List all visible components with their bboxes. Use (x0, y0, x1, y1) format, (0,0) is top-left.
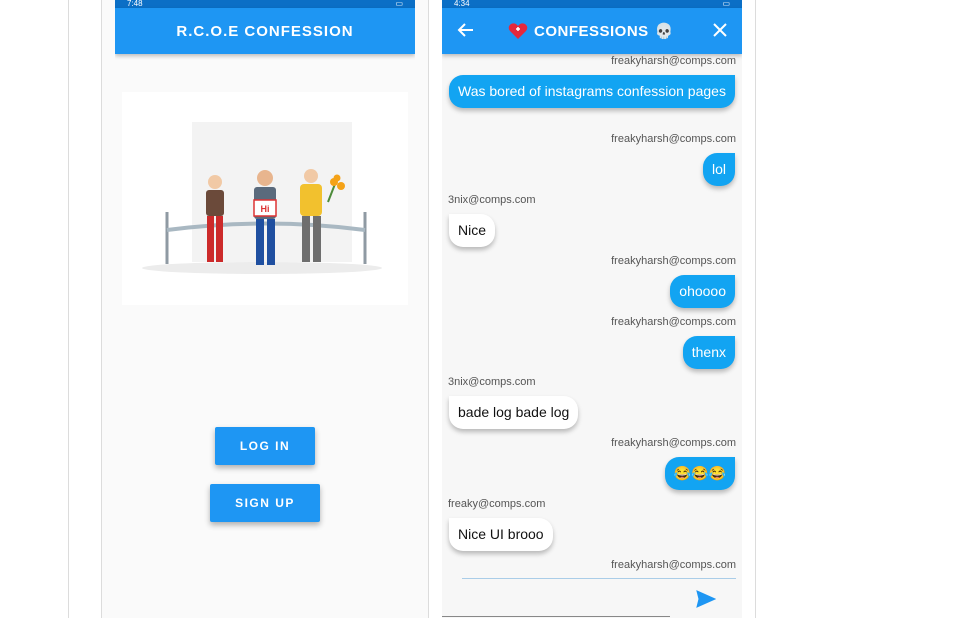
sign-text: Hi (261, 204, 270, 214)
close-icon[interactable] (712, 22, 728, 38)
message-sender: 3nix@comps.com (448, 194, 536, 206)
status-time: 4:34 (454, 0, 470, 8)
status-time: 7:48 (127, 0, 143, 8)
app-bar: CONFESSIONS 💀 (442, 8, 742, 54)
battery-icon: ▭ (722, 0, 730, 8)
send-icon[interactable] (696, 590, 716, 608)
message-composer (442, 578, 742, 618)
message-bubble: Nice (449, 214, 496, 247)
chat-screen: 4:34 ▭ CONFESSIONS 💀 freakyharsh@comps.c… (442, 0, 742, 618)
message-sender: freakyharsh@comps.com (611, 437, 736, 449)
chat-title-text: CONFESSIONS (534, 22, 649, 40)
message-sender: 3nix@comps.com (448, 376, 536, 388)
message-sender: freakyharsh@comps.com (611, 559, 736, 571)
login-screen: 7:48 ▭ R.C.O.E CONFESSION Hi LOG IN SIGN… (115, 0, 415, 618)
back-arrow-icon[interactable] (456, 20, 476, 40)
app-title: R.C.O.E CONFESSION (176, 22, 354, 40)
page: 7:48 ▭ R.C.O.E CONFESSION Hi LOG IN SIGN… (0, 0, 953, 618)
heart-icon (508, 23, 528, 39)
app-bar: R.C.O.E CONFESSION (115, 8, 415, 54)
message-bubble: thenx (682, 336, 735, 369)
status-bar: 7:48 ▭ (115, 0, 415, 8)
signup-button[interactable]: SIGN UP (210, 484, 320, 522)
message-list: freakyharsh@comps.com Was bored of insta… (442, 54, 742, 578)
divider (755, 0, 756, 618)
message-bubble: lol (702, 153, 735, 186)
message-sender: freaky@comps.com (448, 498, 546, 510)
divider (101, 0, 102, 618)
message-bubble: Nice UI brooo (449, 518, 553, 551)
chat-title: CONFESSIONS 💀 (508, 22, 674, 40)
message-bubble: Was bored of instagrams confession pages (449, 75, 735, 108)
message-sender: freakyharsh@comps.com (611, 316, 736, 328)
skull-icon: 💀 (654, 23, 674, 40)
message-sender: freakyharsh@comps.com (611, 55, 736, 67)
divider (428, 0, 429, 618)
status-bar: 4:34 ▭ (442, 0, 742, 8)
battery-icon: ▭ (395, 0, 403, 8)
message-bubble: bade log bade log (449, 396, 579, 429)
message-sender: freakyharsh@comps.com (611, 255, 736, 267)
message-bubble: ohoooo (670, 275, 735, 308)
divider (68, 0, 69, 618)
welcome-illustration: Hi (122, 92, 408, 305)
login-button[interactable]: LOG IN (215, 427, 315, 465)
message-sender: freakyharsh@comps.com (611, 133, 736, 145)
message-input[interactable] (442, 616, 670, 617)
composer-divider (462, 578, 736, 579)
message-bubble: 😂😂😂 (664, 457, 735, 490)
